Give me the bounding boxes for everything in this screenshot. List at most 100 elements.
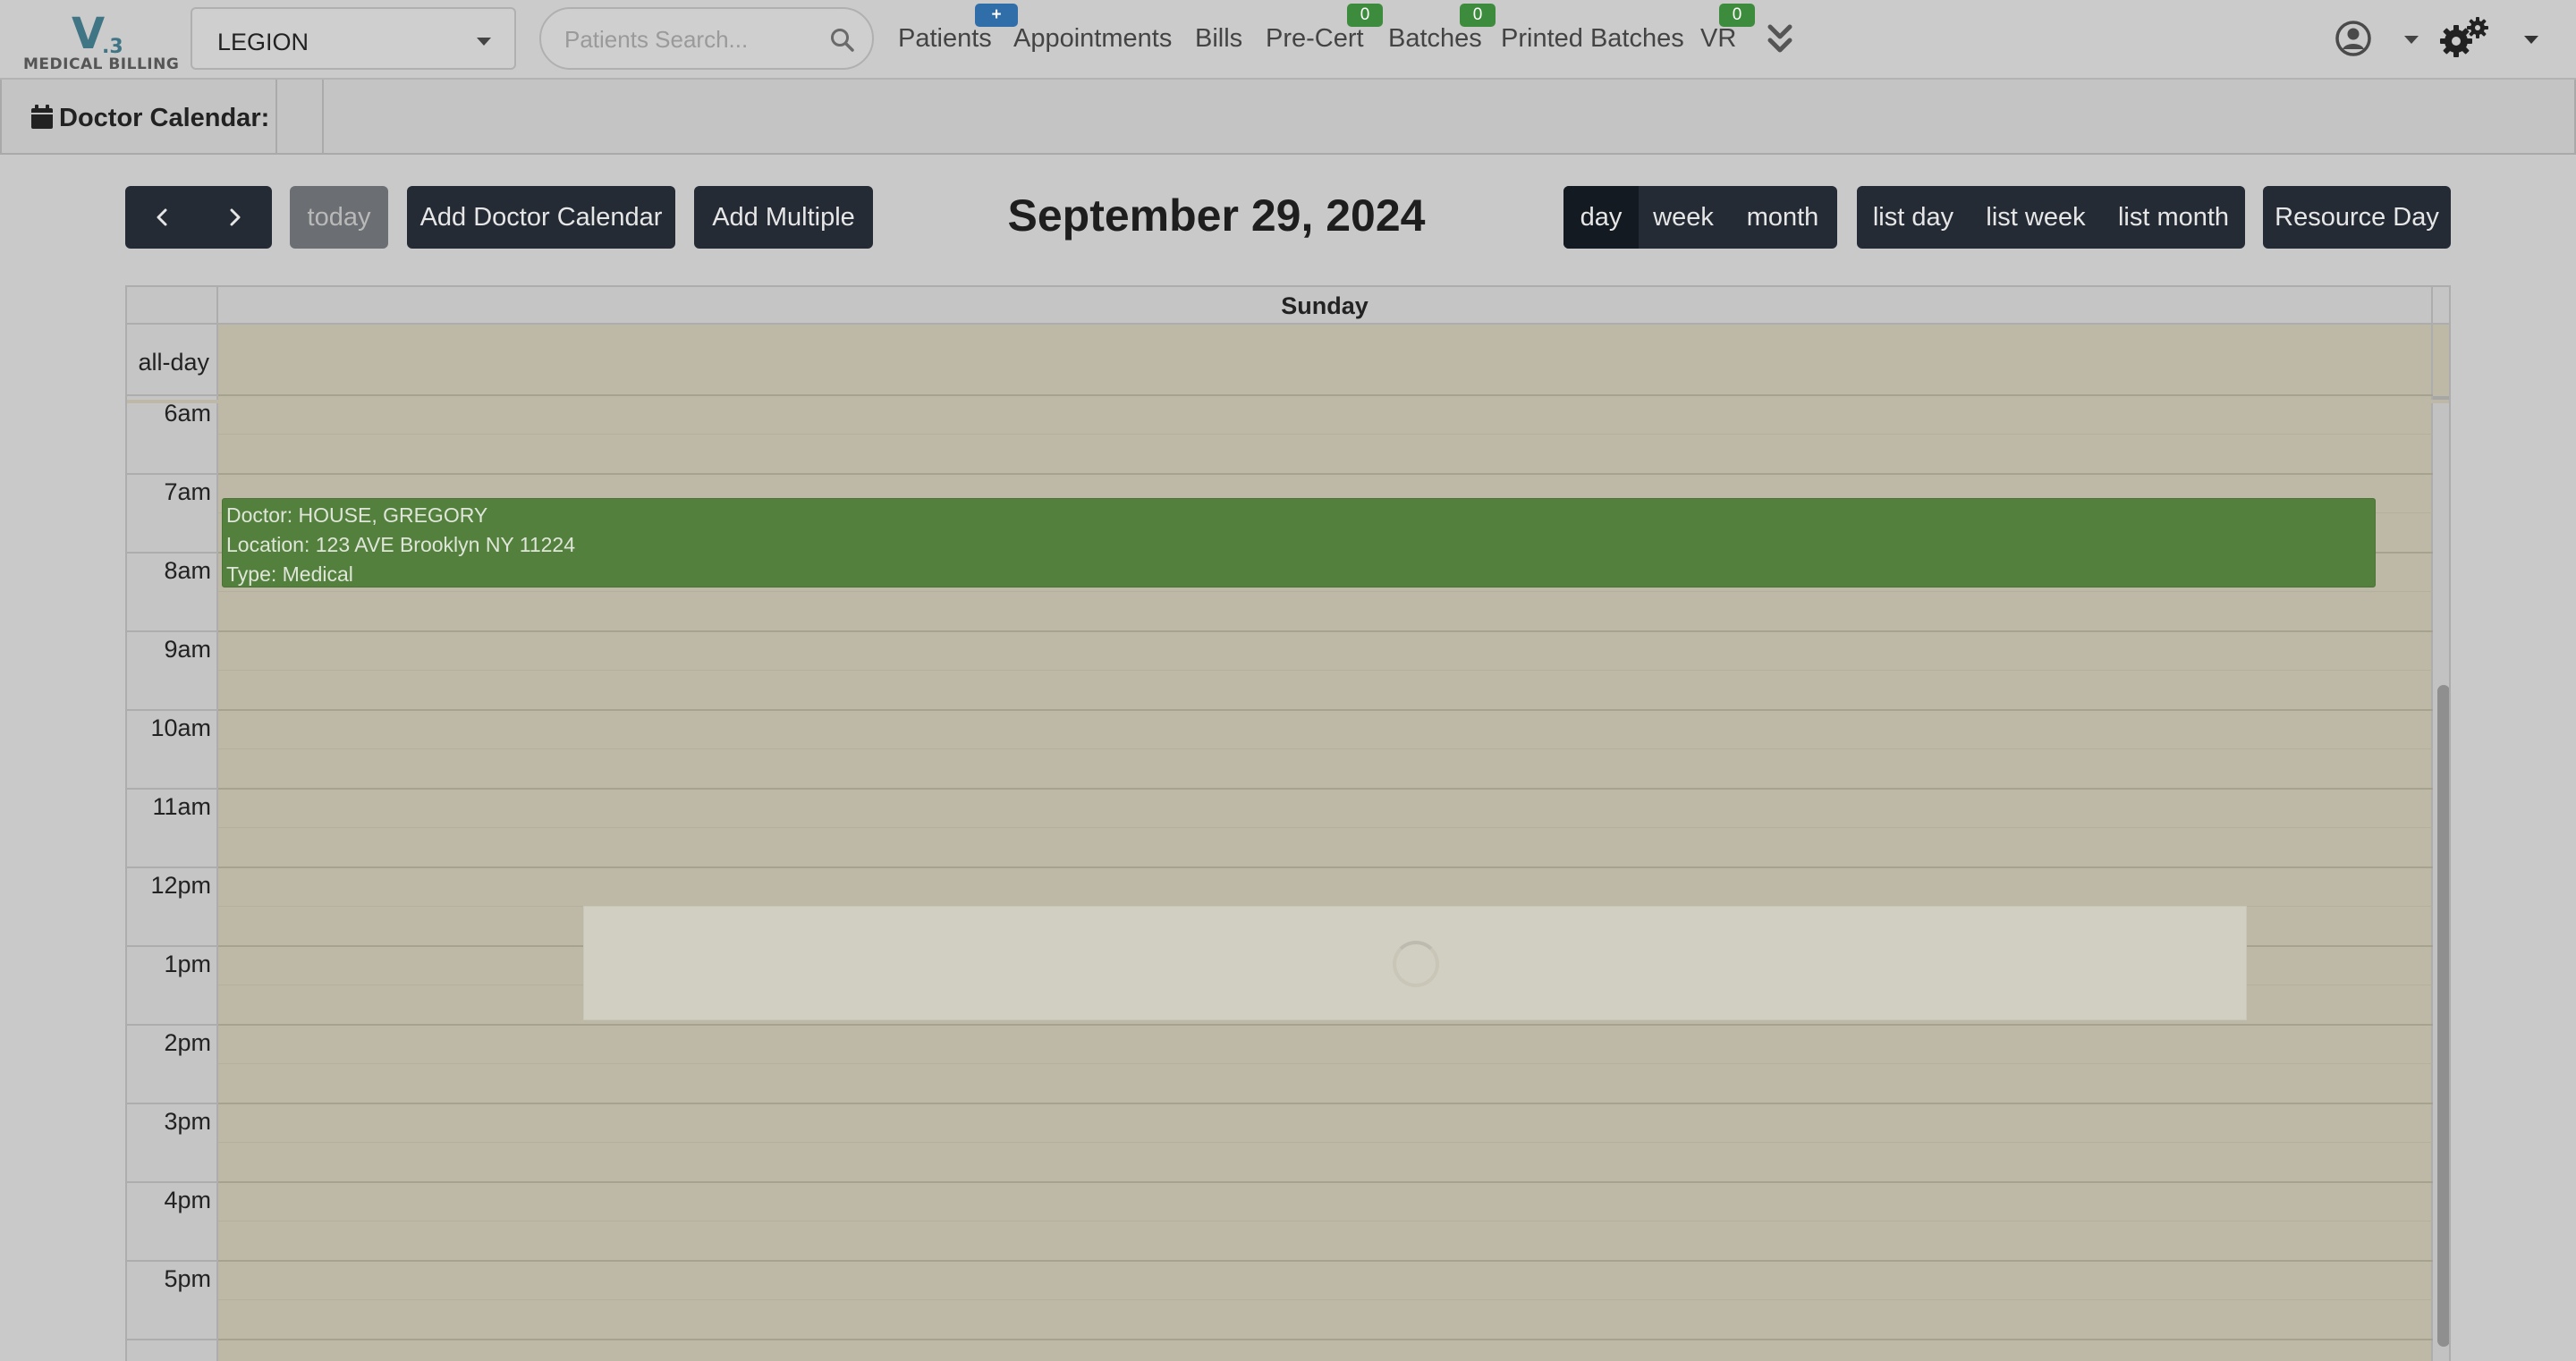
time-label: 5pm	[164, 1265, 211, 1292]
half-hour-gridline	[218, 670, 2433, 671]
hour-gridline	[218, 788, 2433, 790]
gutter-gridline	[127, 1024, 218, 1026]
view-list-day-button[interactable]: list day	[1857, 186, 1970, 249]
chevron-double-down-icon[interactable]	[1766, 21, 1794, 57]
vr-count-badge: 0	[1719, 4, 1755, 27]
app-logo[interactable]: V .3 MEDICAL BILLING	[23, 9, 179, 73]
time-label: 2pm	[164, 1029, 211, 1056]
gutter-gridline	[127, 1181, 218, 1183]
time-label: 3pm	[164, 1108, 211, 1135]
logo-mark: V	[72, 9, 106, 59]
half-hour-gridline	[218, 1299, 2433, 1300]
view-list-month-button[interactable]: list month	[2102, 186, 2245, 249]
add-patient-badge[interactable]: +	[975, 4, 1018, 27]
patient-search	[539, 7, 874, 70]
nav-batches[interactable]: Batches	[1388, 24, 1482, 54]
half-hour-gridline	[218, 827, 2433, 828]
gutter-gridline	[127, 630, 218, 632]
view-list-week-button[interactable]: list week	[1970, 186, 2102, 249]
hour-gridline	[218, 1103, 2433, 1104]
time-label: 7am	[164, 478, 211, 505]
practice-select-value: LEGION	[217, 29, 309, 55]
batches-count-badge: 0	[1460, 4, 1496, 27]
list-view-switcher: list day list week list month	[1857, 186, 2245, 249]
chevron-right-icon	[230, 208, 241, 226]
user-circle-icon[interactable]	[2334, 20, 2372, 57]
hour-gridline	[218, 1024, 2433, 1026]
loading-overlay	[583, 906, 2247, 1020]
add-doctor-calendar-button[interactable]: Add Doctor Calendar	[407, 186, 675, 249]
logo-subtitle: MEDICAL BILLING	[23, 55, 180, 73]
all-day-label: all-day	[127, 325, 218, 400]
day-column-header: Sunday	[218, 287, 2433, 325]
hour-gridline	[218, 709, 2433, 711]
gutter-gridline	[127, 945, 218, 947]
view-month-button[interactable]: month	[1728, 186, 1837, 249]
view-day-button[interactable]: day	[1563, 186, 1639, 249]
nav-patients[interactable]: Patients	[898, 24, 992, 54]
hour-gridline	[218, 1181, 2433, 1183]
event-location: Location: 123 AVE Brooklyn NY 11224	[226, 533, 575, 556]
nav-bills[interactable]: Bills	[1195, 24, 1242, 54]
hour-gridline	[218, 1339, 2433, 1340]
time-label: 4pm	[164, 1187, 211, 1213]
hour-gridline	[218, 473, 2433, 475]
header-empty-cell	[277, 80, 324, 153]
chevron-left-icon	[157, 208, 167, 226]
half-hour-gridline	[218, 1063, 2433, 1064]
next-button[interactable]	[199, 186, 272, 249]
event-doctor: Doctor: HOUSE, GREGORY	[226, 503, 488, 527]
resource-day-button[interactable]: Resource Day	[2263, 186, 2451, 249]
patient-search-input[interactable]	[564, 23, 824, 55]
time-grid: Doctor: HOUSE, GREGORY Location: 123 AVE…	[127, 394, 2449, 1361]
calendar-grid: Sunday all-day Doctor: HOUSE, GREGORY Lo…	[125, 285, 2451, 1361]
add-multiple-button[interactable]: Add Multiple	[694, 186, 873, 249]
header-gutter	[127, 287, 218, 325]
practice-select[interactable]: LEGION	[191, 7, 516, 70]
nav-precert[interactable]: Pre-Cert	[1266, 24, 1364, 54]
all-day-row: all-day	[127, 325, 2449, 400]
precert-count-badge: 0	[1347, 4, 1383, 27]
gutter-gridline	[127, 394, 218, 396]
half-hour-gridline	[218, 748, 2433, 749]
event-type: Type: Medical	[226, 562, 353, 586]
gutter-gridline	[127, 552, 218, 554]
calendar-date-title: September 29, 2024	[1007, 190, 1426, 241]
gutter-gridline	[127, 473, 218, 475]
time-label: 12pm	[150, 872, 211, 899]
gutter-gridline	[127, 1339, 218, 1340]
gutter-gridline	[127, 1103, 218, 1104]
time-label: 9am	[164, 636, 211, 663]
nav-appointments[interactable]: Appointments	[1013, 24, 1172, 54]
calendar-event[interactable]: Doctor: HOUSE, GREGORY Location: 123 AVE…	[222, 498, 2376, 588]
caret-down-icon	[477, 38, 491, 46]
settings-menu-caret-icon[interactable]	[2524, 36, 2538, 44]
gears-icon[interactable]	[2438, 16, 2490, 61]
nav-printed-batches[interactable]: Printed Batches	[1501, 24, 1684, 54]
half-hour-gridline	[218, 1221, 2433, 1222]
prev-button[interactable]	[125, 186, 199, 249]
hour-gridline	[218, 630, 2433, 632]
view-week-button[interactable]: week	[1639, 186, 1728, 249]
scrollbar-thumb[interactable]	[2437, 685, 2449, 1347]
all-day-slot[interactable]	[218, 325, 2433, 400]
calendar-icon	[31, 105, 53, 129]
gutter-gridline	[127, 788, 218, 790]
time-label: 8am	[164, 557, 211, 584]
page-title-cell: Doctor Calendar:	[2, 80, 277, 153]
half-hour-gridline	[218, 591, 2433, 592]
nav-vr[interactable]: VR	[1700, 24, 1736, 54]
time-label: 10am	[150, 714, 211, 741]
loading-spinner-icon	[1393, 941, 1439, 987]
search-icon[interactable]	[829, 27, 856, 54]
hour-gridline	[218, 866, 2433, 868]
today-button[interactable]: today	[290, 186, 388, 249]
time-label: 11am	[152, 793, 211, 820]
top-navbar: V .3 MEDICAL BILLING LEGION Patients + A…	[0, 0, 2576, 80]
user-menu-caret-icon[interactable]	[2404, 36, 2419, 44]
page-header: Doctor Calendar:	[0, 80, 2576, 155]
page-title: Doctor Calendar:	[59, 104, 270, 132]
gutter-gridline	[127, 1260, 218, 1262]
time-label: 1pm	[164, 951, 211, 977]
half-hour-gridline	[218, 1142, 2433, 1143]
